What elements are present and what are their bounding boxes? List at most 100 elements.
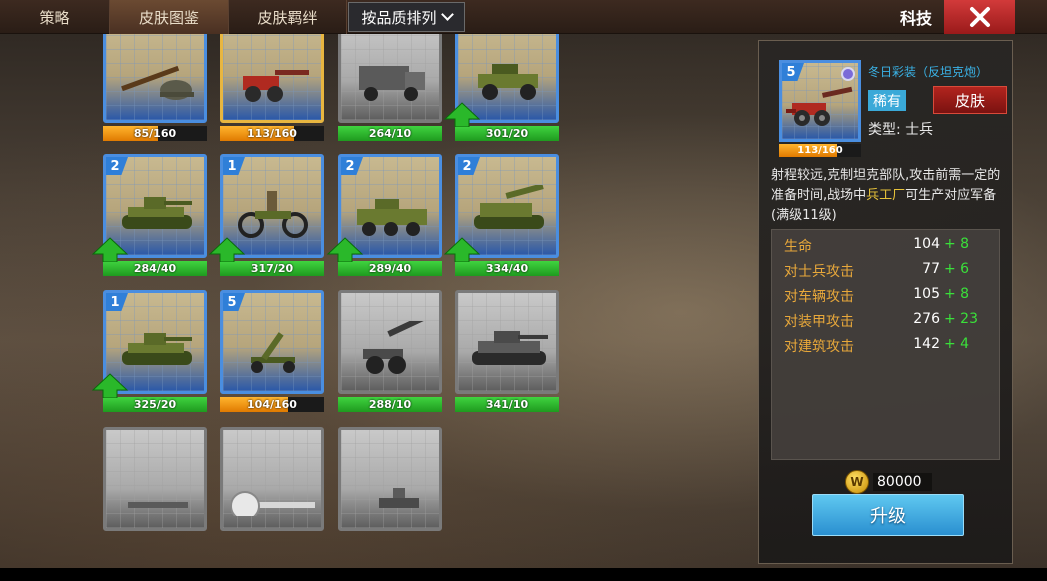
tech-button[interactable]: 科技 [888,0,944,34]
plane-icon [231,491,315,516]
tank-icon [122,197,192,229]
progress-bar: 317/20 [220,261,324,276]
progress-text: 264/10 [368,127,412,140]
card-frame [220,34,324,123]
skin-button[interactable]: 皮肤 [933,86,1007,114]
progress-bar: 289/40 [338,261,442,276]
stat-bonus: + 8 [944,286,970,302]
stat-label: 对装甲攻击 [784,314,854,330]
stat-value: 77 [922,261,940,277]
progress-bar: 113/160 [220,126,324,141]
progress-bar: 341/10 [455,397,559,412]
progress-text: 284/40 [133,262,177,275]
progress-bar: 301/20 [455,126,559,141]
sort-label: 按品质排列 [361,8,437,27]
close-icon [969,7,990,27]
truck-icon [359,66,425,101]
desc-highlight: 兵工厂 [866,188,906,203]
game-background: 策略 皮肤图鉴 皮肤羁绊 按品质排列 科技 85/160 113/160 264/1… [0,0,1047,568]
upgrade-arrow-icon [443,102,481,127]
card-frame [338,290,442,394]
stat-value: 142 [913,336,940,352]
level-badge: 1 [106,293,128,311]
artillery-icon [243,70,309,102]
unit-description: 射程较远,克制坦克部队,攻击前需一定的准备时间,战场中兵工厂可生产对应军备(满级… [771,168,1001,223]
level-badge: 1 [223,157,245,175]
upgrade-button[interactable]: 升级 [812,494,964,536]
heavy-tank-icon [472,331,548,365]
skin-card-spg[interactable]: 2 334/40 [443,154,559,276]
skin-card-heavy-tank[interactable]: 341/10 [455,290,559,412]
skin-card-tank[interactable]: 2 284/40 [91,154,207,276]
skin-card-artillery[interactable]: 113/160 [220,34,324,141]
sort-dropdown[interactable]: 按品质排列 [348,2,465,32]
progress-bar: 325/20 [103,397,207,412]
stat-value: 104 [913,236,940,252]
rifle-icon [121,65,194,100]
stat-bonus: + 23 [944,311,978,327]
progress-text: 325/20 [133,398,177,411]
tab-skin-gallery[interactable]: 皮肤图鉴 [110,0,229,34]
level-badge: 5 [223,293,245,311]
stat-label: 对车辆攻击 [784,289,854,305]
medal-icon [841,67,855,81]
stat-row: 对士兵攻击 77 + 6 [784,261,994,281]
stat-row: 生命 104 + 8 [784,236,994,256]
card-frame [338,34,442,123]
progress-bar: 334/40 [455,261,559,276]
skin-card-motorcycle[interactable]: 1 317/20 [208,154,324,276]
skin-card-ship[interactable] [338,427,442,531]
stat-row: 对装甲攻击 276 + 23 [784,311,994,331]
jeep-icon [478,64,538,100]
progress-text: 104/160 [247,398,297,411]
progress-text: 85/160 [133,127,177,140]
skin-card-howitzer[interactable]: 288/10 [338,290,442,412]
motorcycle-icon [238,191,308,238]
spg-icon [474,185,544,229]
top-nav: 策略 皮肤图鉴 皮肤羁绊 按品质排列 科技 [0,0,1047,34]
skin-card-apc[interactable]: 2 289/40 [326,154,442,276]
howitzer-icon [363,321,427,374]
stat-row: 对建筑攻击 142 + 4 [784,336,994,356]
bottom-bar [0,568,1047,581]
upgrade-arrow-icon [443,237,481,262]
upgrade-arrow-icon [91,373,129,398]
skin-card-plane[interactable] [220,427,324,531]
stat-label: 对建筑攻击 [784,339,854,355]
card-frame [103,427,207,531]
progress-text: 288/10 [368,398,412,411]
stat-value: 105 [913,286,940,302]
card-frame: 5 [220,290,324,394]
progress-text: 289/40 [368,262,412,275]
ship-icon [379,488,419,508]
upgrade-arrow-icon [208,237,246,262]
progress-text: 317/20 [250,262,294,275]
progress-text: 113/160 [247,127,297,140]
level-badge: 2 [106,157,128,175]
level-badge: 2 [458,157,480,175]
skin-detail-panel: 5 113/160 冬日彩装（反坦克炮） 稀有 皮肤 类型: 士兵 射程较远,克… [758,40,1013,564]
progress-text: 301/20 [485,127,529,140]
card-frame [338,427,442,531]
progress-bar: 104/160 [220,397,324,412]
skin-card-tank[interactable]: 1 325/20 [91,290,207,412]
stat-label: 对士兵攻击 [784,264,854,280]
stat-value: 276 [913,311,940,327]
unit-type: 类型: 士兵 [868,122,934,138]
stat-row: 对车辆攻击 105 + 8 [784,286,994,306]
skin-name: 冬日彩装（反坦克炮） [868,65,989,79]
skin-card-jeep[interactable]: 301/20 [443,34,559,141]
aa-gun-icon [251,332,295,373]
skin-card-aa-gun[interactable]: 5 104/160 [220,290,324,412]
tab-strategy[interactable]: 策略 [0,0,110,34]
skin-card-rifle[interactable]: 85/160 [103,34,207,141]
close-button[interactable] [944,0,1015,34]
upgrade-cost: W 80000 [845,470,965,494]
skin-card-partial[interactable] [103,427,207,531]
tab-skin-bond[interactable]: 皮肤羁绊 [229,0,347,34]
detail-progress-bar: 113/160 [779,144,861,157]
progress-text: 341/10 [485,398,529,411]
coin-icon: W [845,470,869,494]
progress-bar: 85/160 [103,126,207,141]
skin-card-truck[interactable]: 264/10 [338,34,442,141]
